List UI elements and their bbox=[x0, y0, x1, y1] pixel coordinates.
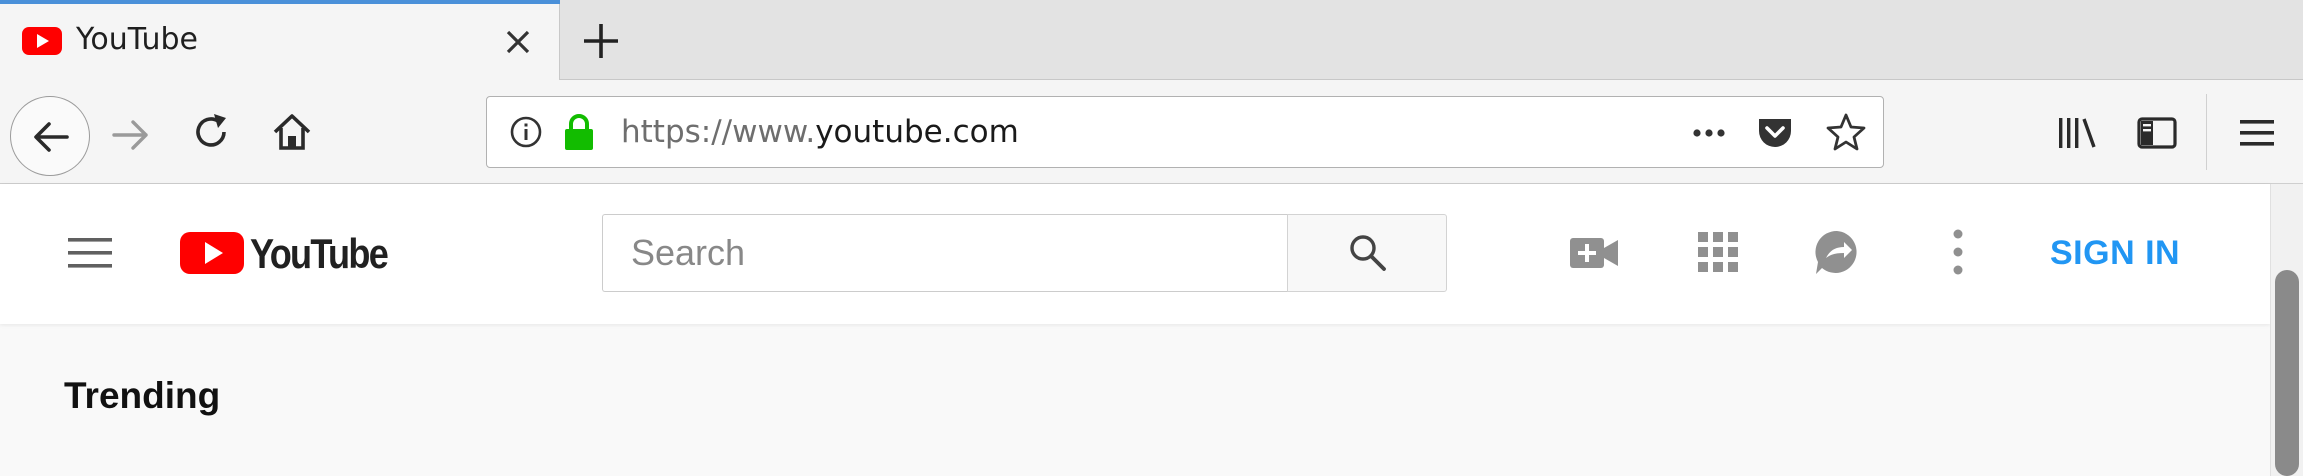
url-domain: youtube.com bbox=[815, 114, 1019, 150]
pocket-icon[interactable] bbox=[1755, 113, 1795, 153]
new-tab-icon[interactable] bbox=[578, 18, 624, 64]
hamburger-menu-icon[interactable] bbox=[2234, 110, 2280, 156]
reload-icon[interactable] bbox=[190, 110, 234, 154]
address-bar[interactable]: https://www.youtube.com bbox=[486, 96, 1884, 168]
apps-grid-icon[interactable] bbox=[1694, 228, 1742, 276]
section-title-trending: Trending bbox=[64, 375, 221, 416]
search-icon bbox=[1350, 235, 1386, 271]
browser-tab-strip: YouTube bbox=[0, 0, 2303, 80]
upload-video-icon[interactable] bbox=[1568, 230, 1620, 276]
url-text[interactable]: https://www.youtube.com bbox=[621, 111, 1019, 153]
tab-title: YouTube bbox=[76, 22, 198, 57]
sidebar-icon[interactable] bbox=[2134, 110, 2180, 156]
guide-menu-icon[interactable] bbox=[64, 230, 116, 276]
youtube-wordmark: YouTube bbox=[250, 230, 389, 277]
library-icon[interactable] bbox=[2054, 110, 2100, 156]
close-tab-icon[interactable] bbox=[500, 24, 536, 60]
youtube-play-logo-icon bbox=[180, 232, 244, 274]
back-button[interactable] bbox=[10, 96, 90, 176]
browser-nav-toolbar: https://www.youtube.com bbox=[0, 80, 2303, 184]
bookmark-star-icon[interactable] bbox=[1825, 111, 1867, 153]
page-scrollbar[interactable] bbox=[2270, 184, 2303, 476]
youtube-favicon-icon bbox=[22, 27, 62, 55]
page-actions-dots-icon[interactable] bbox=[1685, 117, 1733, 149]
more-options-icon[interactable] bbox=[1946, 226, 1970, 278]
youtube-page: YouTube Search SIGN IN Trending bbox=[0, 184, 2270, 476]
search-button[interactable] bbox=[1287, 214, 1447, 292]
forward-arrow-icon[interactable] bbox=[108, 112, 154, 158]
messages-icon[interactable] bbox=[1812, 228, 1862, 278]
youtube-masthead: YouTube Search SIGN IN bbox=[0, 184, 2270, 324]
browser-tab-youtube[interactable]: YouTube bbox=[0, 0, 560, 80]
lock-icon[interactable] bbox=[563, 113, 595, 151]
toolbar-separator bbox=[2206, 94, 2207, 170]
back-arrow-icon bbox=[34, 122, 69, 152]
home-icon[interactable] bbox=[270, 110, 314, 154]
scrollbar-thumb[interactable] bbox=[2275, 270, 2299, 476]
url-prefix: https://www. bbox=[621, 114, 816, 150]
search-box[interactable] bbox=[602, 214, 1287, 292]
site-info-icon[interactable] bbox=[509, 115, 543, 149]
sign-in-button[interactable]: SIGN IN bbox=[2050, 228, 2180, 278]
search-input[interactable] bbox=[603, 215, 1287, 291]
active-tab-indicator bbox=[0, 0, 560, 4]
